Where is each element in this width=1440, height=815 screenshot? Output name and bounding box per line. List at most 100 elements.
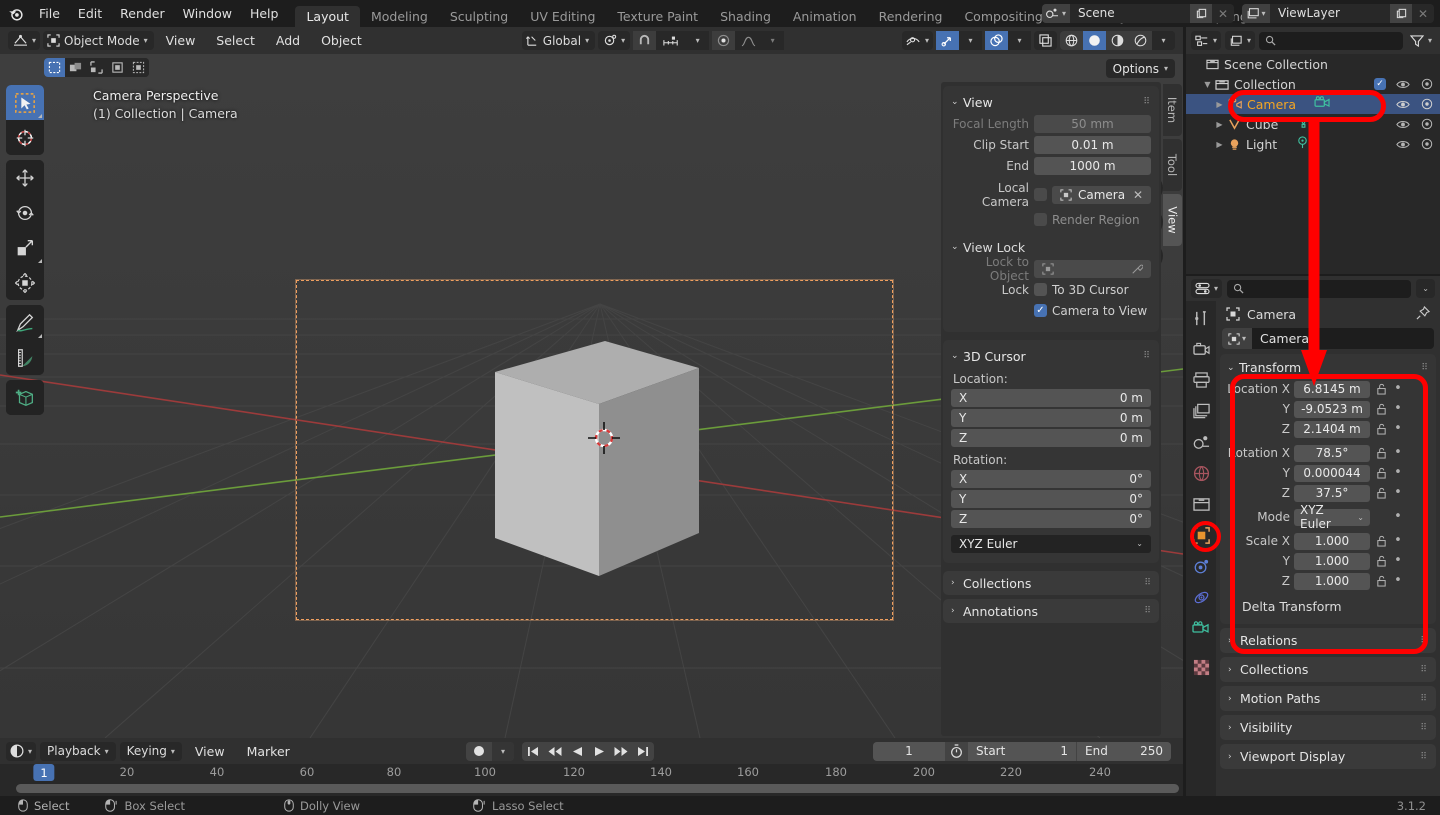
outliner-display-icon[interactable]: ▾ xyxy=(1191,31,1221,50)
shading-material-preview-icon[interactable] xyxy=(1106,31,1129,50)
next-keyframe-icon[interactable] xyxy=(610,742,632,761)
cursor-tool[interactable] xyxy=(6,120,44,155)
scale-tool[interactable] xyxy=(6,230,44,265)
rotation-x-field[interactable]: 78.5° xyxy=(1294,445,1370,462)
properties-search-input[interactable] xyxy=(1227,280,1411,298)
scale-y-lock-icon[interactable] xyxy=(1374,555,1388,567)
current-frame-field[interactable]: 1 xyxy=(873,742,945,761)
viewport-menu-select[interactable]: Select xyxy=(207,31,264,50)
workspace-tab-uv-editing[interactable]: UV Editing xyxy=(519,6,606,27)
overlays-icon[interactable] xyxy=(985,31,1008,50)
focal-length-field[interactable]: 50 mm xyxy=(1034,115,1151,133)
workspace-tab-modeling[interactable]: Modeling xyxy=(360,6,439,27)
drag-dots-icon[interactable]: ⠿ xyxy=(1144,578,1151,588)
camera-render-icon[interactable] xyxy=(1420,138,1434,150)
outliner-row-camera[interactable]: ▶ Camera xyxy=(1186,94,1440,114)
jump-start-icon[interactable] xyxy=(522,742,544,761)
outliner-row-collection[interactable]: ▼ Collection ✓ xyxy=(1186,74,1440,94)
tool-tab[interactable] xyxy=(1190,307,1212,329)
workspace-tab-animation[interactable]: Animation xyxy=(782,6,868,27)
viewport-menu-object[interactable]: Object xyxy=(312,31,371,50)
timeline-menu-keying[interactable]: Keying▾ xyxy=(120,742,182,761)
eye-icon[interactable] xyxy=(1396,119,1410,130)
editor-type-icon[interactable]: ▾ xyxy=(8,31,40,50)
view-panel-header[interactable]: ⌄ View ⠿ xyxy=(943,92,1159,112)
outliner-row-scene-collection[interactable]: Scene Collection xyxy=(1186,54,1440,74)
rotation-x-lock-icon[interactable] xyxy=(1374,447,1388,459)
drag-dots-icon[interactable]: ⠿ xyxy=(1420,636,1428,646)
delta-transform-subpanel[interactable]: › Delta Transform xyxy=(1220,596,1436,616)
move-tool[interactable] xyxy=(6,160,44,195)
clip-end-field[interactable]: 1000 m xyxy=(1034,157,1151,175)
rotation-z-animate-dot[interactable]: • xyxy=(1392,488,1404,498)
rotation-z-lock-icon[interactable] xyxy=(1374,487,1388,499)
transform-orientation-selector[interactable]: Global ▾ xyxy=(522,31,595,50)
drag-dots-icon[interactable]: ⠿ xyxy=(1143,97,1151,107)
collection-enable-checkbox[interactable]: ✓ xyxy=(1374,78,1386,90)
add-cube-tool[interactable] xyxy=(6,380,44,415)
location-z-field[interactable]: 2.1404 m xyxy=(1294,421,1370,438)
drag-dots-icon[interactable]: ⠿ xyxy=(1144,606,1151,616)
modifiers-tab[interactable] xyxy=(1190,555,1212,577)
disclosure-triangle-icon[interactable]: ▼ xyxy=(1202,80,1213,89)
jump-end-icon[interactable] xyxy=(632,742,654,761)
end-frame-field[interactable]: End 250 xyxy=(1077,742,1171,761)
drag-dots-icon[interactable]: ⠿ xyxy=(1420,694,1428,704)
timeline-scrubber[interactable]: 1 20 40 60 80 100 120 140 160 180 200 22… xyxy=(0,764,1183,782)
eye-icon[interactable] xyxy=(1396,79,1410,90)
cursor-loc-x-field[interactable]: X 0 m xyxy=(951,389,1151,407)
location-x-animate-dot[interactable]: • xyxy=(1392,384,1404,394)
lock-3d-cursor-checkbox[interactable] xyxy=(1034,283,1047,296)
viewport-menu-add[interactable]: Add xyxy=(267,31,309,50)
timeline-menu-marker[interactable]: Marker xyxy=(238,742,299,761)
timeline-menu-view[interactable]: View xyxy=(186,742,234,761)
drag-dots-icon[interactable]: ⠿ xyxy=(1420,752,1428,762)
select-mode-tweak-icon[interactable] xyxy=(44,58,65,77)
clip-start-field[interactable]: 0.01 m xyxy=(1034,136,1151,154)
scale-y-animate-dot[interactable]: • xyxy=(1392,556,1404,566)
properties-options-dropdown[interactable]: ⌄ xyxy=(1416,279,1435,298)
local-camera-checkbox[interactable] xyxy=(1034,188,1047,201)
drag-dots-icon[interactable]: ⠿ xyxy=(1420,665,1428,675)
object-id-block[interactable]: ▾ Camera xyxy=(1222,328,1434,349)
shading-wireframe-icon[interactable] xyxy=(1060,31,1083,50)
shading-solid-icon[interactable] xyxy=(1083,31,1106,50)
workspace-tab-sculpting[interactable]: Sculpting xyxy=(439,6,519,27)
workspace-tab-shading[interactable]: Shading xyxy=(709,6,782,27)
menu-file[interactable]: File xyxy=(30,0,69,27)
location-z-animate-dot[interactable]: • xyxy=(1392,424,1404,434)
location-x-field[interactable]: 6.8145 m xyxy=(1294,381,1370,398)
scale-x-animate-dot[interactable]: • xyxy=(1392,536,1404,546)
physics-tab[interactable] xyxy=(1190,586,1212,608)
cursor-rot-y-field[interactable]: Y 0° xyxy=(951,490,1151,508)
scale-x-field[interactable]: 1.000 xyxy=(1294,533,1370,550)
outliner-row-cube[interactable]: ▶ Cube xyxy=(1186,114,1440,134)
scene-close-icon[interactable]: ✕ xyxy=(1212,4,1234,23)
play-reverse-icon[interactable] xyxy=(566,742,588,761)
texture-tab[interactable] xyxy=(1190,656,1212,678)
disclosure-triangle-icon[interactable]: ▶ xyxy=(1214,140,1225,149)
measure-tool[interactable] xyxy=(6,340,44,375)
camera-data-icon[interactable] xyxy=(1314,96,1331,112)
camera-to-view-checkbox[interactable]: ✓ xyxy=(1034,304,1047,317)
viewport-options-button[interactable]: Options ▾ xyxy=(1106,59,1175,78)
transform-tool[interactable] xyxy=(6,265,44,300)
timeline-editor-icon[interactable]: ▾ xyxy=(6,742,36,761)
scene-name[interactable]: Scene xyxy=(1070,4,1190,23)
location-z-lock-icon[interactable] xyxy=(1374,423,1388,435)
3d-cursor-panel-header[interactable]: ⌄ 3D Cursor ⠿ xyxy=(943,346,1159,366)
select-mode-intersect-icon[interactable] xyxy=(128,58,149,77)
rotation-y-animate-dot[interactable]: • xyxy=(1392,468,1404,478)
scale-x-lock-icon[interactable] xyxy=(1374,535,1388,547)
menu-edit[interactable]: Edit xyxy=(69,0,111,27)
scene-selector[interactable]: ▾ Scene ✕ xyxy=(1042,4,1234,23)
location-y-lock-icon[interactable] xyxy=(1374,403,1388,415)
menu-render[interactable]: Render xyxy=(111,0,174,27)
menu-window[interactable]: Window xyxy=(174,0,241,27)
scene-tab[interactable] xyxy=(1190,431,1212,453)
object-data-tab[interactable] xyxy=(1190,617,1212,639)
visibility-panel-closed[interactable]: › Visibility ⠿ xyxy=(1220,715,1436,740)
select-mode-subtract-icon[interactable] xyxy=(107,58,128,77)
camera-render-icon[interactable] xyxy=(1420,78,1434,90)
n-tab-view[interactable]: View xyxy=(1163,194,1182,246)
